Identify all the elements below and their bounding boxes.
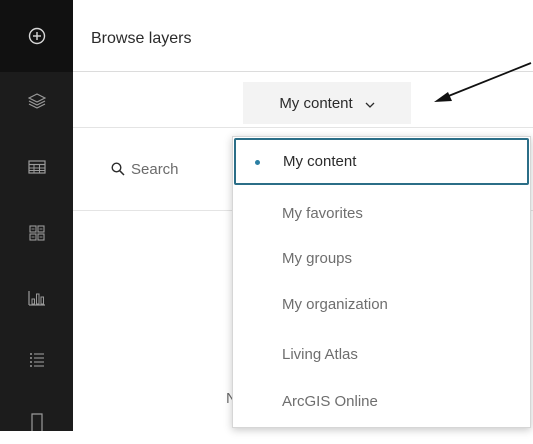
source-dropdown-button[interactable]: My content	[243, 82, 411, 124]
charts-button[interactable]	[0, 276, 73, 320]
source-toolbar: My content	[73, 72, 533, 127]
selected-dot-icon	[255, 160, 260, 165]
menu-item-my-favorites[interactable]: My favorites	[233, 190, 530, 237]
source-dropdown-label: My content	[279, 94, 353, 112]
bookmark-icon	[30, 413, 43, 431]
table-icon	[27, 160, 46, 174]
icon-rail	[0, 0, 73, 431]
menu-item-label: My content	[283, 153, 357, 170]
bookmarks-button[interactable]	[0, 400, 73, 444]
menu-item-label: My organization	[282, 296, 388, 313]
bar-chart-icon	[27, 291, 45, 306]
menu-item-arcgis-online[interactable]: ArcGIS Online	[233, 378, 530, 425]
chevron-down-icon	[365, 95, 375, 112]
panel-header: Browse layers	[73, 0, 533, 72]
widgets-icon	[28, 225, 45, 241]
menu-item-label: My favorites	[282, 205, 363, 222]
menu-item-living-atlas[interactable]: Living Atlas	[233, 331, 530, 378]
menu-item-my-content[interactable]: My content	[234, 138, 529, 185]
layers-button[interactable]	[0, 79, 73, 123]
table-button[interactable]	[0, 145, 73, 189]
menu-item-my-organization[interactable]: My organization	[233, 281, 530, 328]
search-icon	[111, 162, 125, 181]
add-layer-button[interactable]	[0, 0, 73, 72]
layers-icon	[27, 93, 46, 109]
menu-item-label: My groups	[282, 250, 353, 267]
add-icon	[28, 27, 45, 45]
menu-item-my-groups[interactable]: My groups	[233, 235, 530, 282]
menu-item-label: Living Atlas	[282, 346, 358, 363]
widgets-button[interactable]	[0, 211, 73, 255]
legend-button[interactable]	[0, 338, 73, 382]
source-menu: My content My favorites My groups My org…	[232, 136, 531, 428]
legend-list-icon	[29, 353, 44, 367]
page-title: Browse layers	[91, 30, 192, 47]
search-input[interactable]	[131, 158, 241, 180]
menu-item-label: ArcGIS Online	[282, 393, 378, 410]
